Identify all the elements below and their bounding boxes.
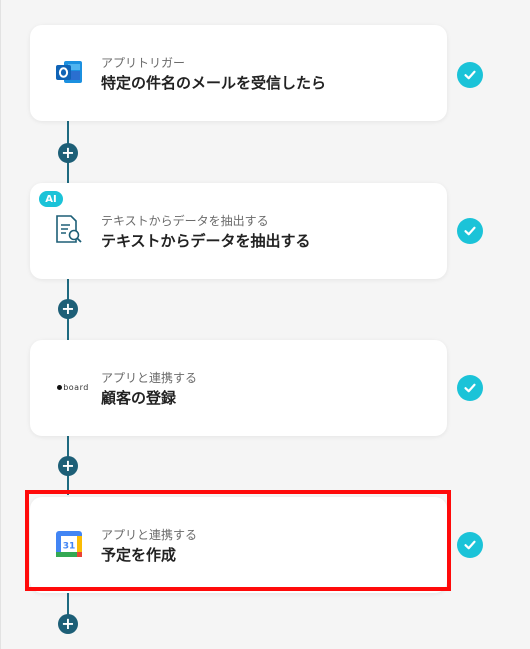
check-icon xyxy=(457,218,483,244)
step-card-board[interactable]: board アプリと連携する 顧客の登録 xyxy=(30,340,447,436)
step-subtitle: アプリと連携する xyxy=(101,371,198,385)
add-step-button[interactable]: + xyxy=(58,614,78,634)
step-subtitle: アプリトリガー xyxy=(101,56,186,70)
step-card-trigger[interactable]: アプリトリガー 特定の件名のメールを受信したら xyxy=(30,25,447,121)
check-icon xyxy=(457,532,483,558)
left-border xyxy=(0,0,1,649)
text-extract-icon xyxy=(52,213,86,247)
outlook-icon xyxy=(52,55,86,89)
step-title: 特定の件名のメールを受信したら xyxy=(101,74,327,92)
check-icon xyxy=(457,375,483,401)
step-subtitle: テキストからデータを抽出する xyxy=(101,214,269,228)
step-title: 顧客の登録 xyxy=(101,389,177,407)
add-step-button[interactable]: + xyxy=(58,299,78,319)
board-logo-icon: board xyxy=(50,370,96,404)
highlight-box xyxy=(25,490,451,591)
add-step-button[interactable]: + xyxy=(58,456,78,476)
step-card-ai-extract[interactable]: テキストからデータを抽出する テキストからデータを抽出する xyxy=(30,183,447,279)
check-icon xyxy=(457,62,483,88)
add-step-button[interactable]: + xyxy=(58,143,78,163)
step-title: テキストからデータを抽出する xyxy=(101,232,311,250)
ai-badge: AI xyxy=(39,191,63,207)
